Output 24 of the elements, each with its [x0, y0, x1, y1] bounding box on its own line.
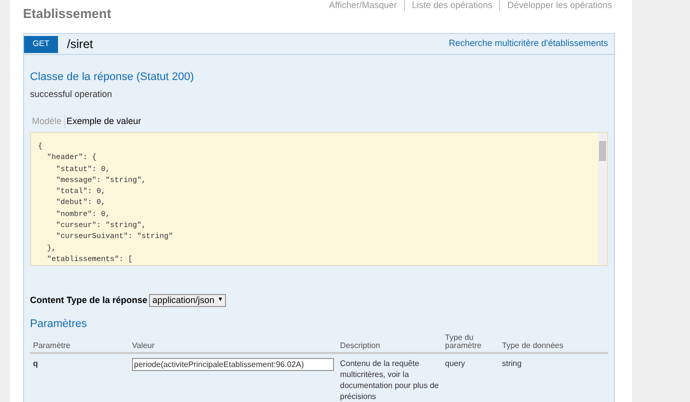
- response-tab[interactable]: Exemple de valeur: [64, 114, 144, 128]
- section-title: Etablissement: [23, 5, 112, 23]
- top-link[interactable]: Afficher/Masquer: [322, 0, 404, 11]
- column-header: Valeur: [132, 342, 156, 350]
- content-type-label: Content Type de la réponse: [30, 294, 148, 307]
- data-type: string: [502, 358, 523, 370]
- scrollbar[interactable]: [598, 133, 607, 265]
- column-header: Paramètre: [33, 342, 72, 350]
- operation-summary[interactable]: Recherche multicritère d'établissements: [448, 37, 608, 51]
- parameter-type: query: [445, 358, 466, 370]
- column-header: Type de données: [502, 342, 564, 350]
- column-header: Type du paramètre: [445, 334, 482, 350]
- parameter-name: q: [33, 358, 39, 370]
- response-class-title: Classe de la réponse (Statut 200): [30, 70, 195, 85]
- parameter-description: Contenu de la requête multicritères, voir la documentation pour plus de précisions: [340, 358, 440, 402]
- parameters-title: Paramètres: [30, 316, 88, 332]
- method-badge: GET: [24, 36, 58, 52]
- endpoint-path[interactable]: /siret: [67, 35, 94, 53]
- response-tab[interactable]: Modèle: [30, 114, 64, 128]
- value-input[interactable]: periode(activitePrincipaleEtablissement:96.02A): [132, 358, 334, 371]
- column-header: Description: [340, 342, 382, 350]
- top-link[interactable]: Développer les opérations: [499, 0, 619, 11]
- top-link[interactable]: Liste des opérations: [404, 0, 500, 11]
- response-description: successful operation: [30, 88, 114, 101]
